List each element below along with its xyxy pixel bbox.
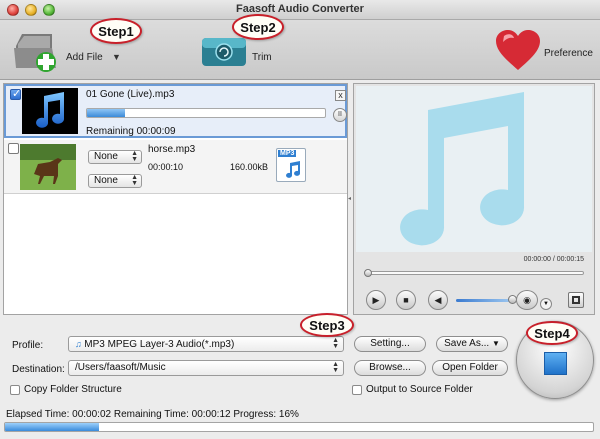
seek-slider[interactable] [364,269,584,277]
step1-label: Step1 [98,23,134,39]
add-file-label: Add File [66,52,103,63]
subtitle-select-value: None [94,151,118,162]
select-arrows-icon: ▲ ▼ [332,337,339,350]
select-arrows-icon: ▲ ▼ [131,174,138,187]
remove-file-button[interactable]: x [335,90,346,101]
overall-progress-bar [4,422,594,432]
stop-button[interactable]: ■ [396,290,416,310]
step3-callout: Step3 [300,313,354,337]
copy-folder-structure-label: Copy Folder Structure [24,384,122,395]
file-checkbox[interactable] [8,143,19,154]
step2-callout: Step2 [232,14,284,40]
snapshot-dropdown-icon[interactable]: ▼ [540,298,552,310]
pause-conversion-button[interactable]: II [333,108,347,122]
open-folder-button[interactable]: Open Folder [432,360,508,376]
window-title: Faasoft Audio Converter [236,3,364,15]
format-badge: MP3 [278,150,297,157]
mute-button[interactable]: ◀ [428,290,448,310]
chevron-down-icon: ▼ [491,339,500,348]
splitter-handle-icon: ◂ [348,196,352,202]
snapshot-button[interactable]: ◉ [516,290,538,310]
preview-panel: 00:00:00 / 00:00:15 ▶ ■ ◀ ◉ ▼ [353,83,595,315]
mp3-file-icon: MP3 [276,148,306,182]
subtitle-select[interactable]: None ▲ ▼ [88,150,142,164]
status-text: Elapsed Time: 00:00:02 Remaining Time: 0… [6,409,299,420]
preview-time: 00:00:00 / 00:00:15 [523,256,584,263]
file-row[interactable]: None ▲ ▼ None ▲ ▼ horse.mp3 00:00:10 160.0… [4,140,347,194]
horse-thumbnail [20,144,76,190]
convert-stop-icon [544,352,567,375]
audio-track-select-value: None [94,175,118,186]
step2-label: Step2 [240,19,276,35]
copy-folder-structure-checkbox[interactable] [10,385,20,395]
select-arrows-icon: ▲ ▼ [332,361,339,374]
destination-label: Destination: [12,364,65,375]
select-arrows-icon: ▲ ▼ [131,150,138,163]
step1-callout: Step1 [90,18,142,44]
music-note-icon [22,88,78,134]
step3-label: Step3 [309,317,345,333]
browse-button[interactable]: Browse... [354,360,426,376]
file-list: 01 Gone (Live).mp3 Remaining 00:00:09 x … [3,83,348,315]
app-window: Faasoft Audio Converter Add File ▼ Trim … [0,0,600,439]
heart-icon [496,30,540,70]
camera-icon: ◉ [523,295,531,305]
seek-knob[interactable] [364,269,372,277]
conversion-progress-fill [87,109,126,117]
file-duration: 00:00:10 [148,162,184,172]
music-note-icon [400,92,525,246]
destination-select-value: /Users/faasoft/Music [75,362,166,373]
fullscreen-icon [572,296,580,304]
file-checkbox[interactable] [10,87,21,100]
step4-callout: Step4 [526,321,578,345]
add-file-dropdown-icon[interactable]: ▼ [112,52,121,62]
file-name: 01 Gone (Live).mp3 [86,89,175,100]
preview-screen [356,86,592,252]
save-as-label: Save As... [444,338,490,349]
output-to-source-label: Output to Source Folder [366,384,473,395]
audio-track-select[interactable]: None ▲ ▼ [88,174,142,188]
preference-button[interactable]: Preference [494,28,594,76]
save-as-button[interactable]: Save As... ▼ [436,336,508,352]
step4-label: Step4 [534,325,570,341]
destination-select[interactable]: /Users/faasoft/Music ▲ ▼ [68,360,344,376]
profile-select-value: MP3 MPEG Layer-3 Audio(*.mp3) [84,339,235,350]
fullscreen-button[interactable] [568,292,584,308]
profile-select[interactable]: ♫ MP3 MPEG Layer-3 Audio(*.mp3) ▲ ▼ [68,336,344,352]
speaker-icon: ◀ [434,295,442,305]
file-name: horse.mp3 [148,144,196,155]
title-bar: Faasoft Audio Converter [0,0,600,20]
volume-slider[interactable] [456,299,511,302]
preference-label: Preference [544,48,593,59]
output-to-source-checkbox[interactable] [352,385,362,395]
remaining-time: Remaining 00:00:09 [86,126,176,137]
file-row[interactable]: 01 Gone (Live).mp3 Remaining 00:00:09 x … [4,84,347,138]
add-file-icon [14,34,56,72]
file-size: 160.00kB [230,162,269,172]
stop-icon: ■ [403,295,409,305]
conversion-progress-bar [86,108,326,118]
overall-progress-fill [5,423,100,431]
trim-label: Trim [252,52,272,63]
mp3-format-icon: ♫ [75,339,85,349]
setting-button[interactable]: Setting... [354,336,426,352]
play-icon: ▶ [372,295,380,305]
play-button[interactable]: ▶ [366,290,386,310]
profile-label: Profile: [12,340,44,351]
